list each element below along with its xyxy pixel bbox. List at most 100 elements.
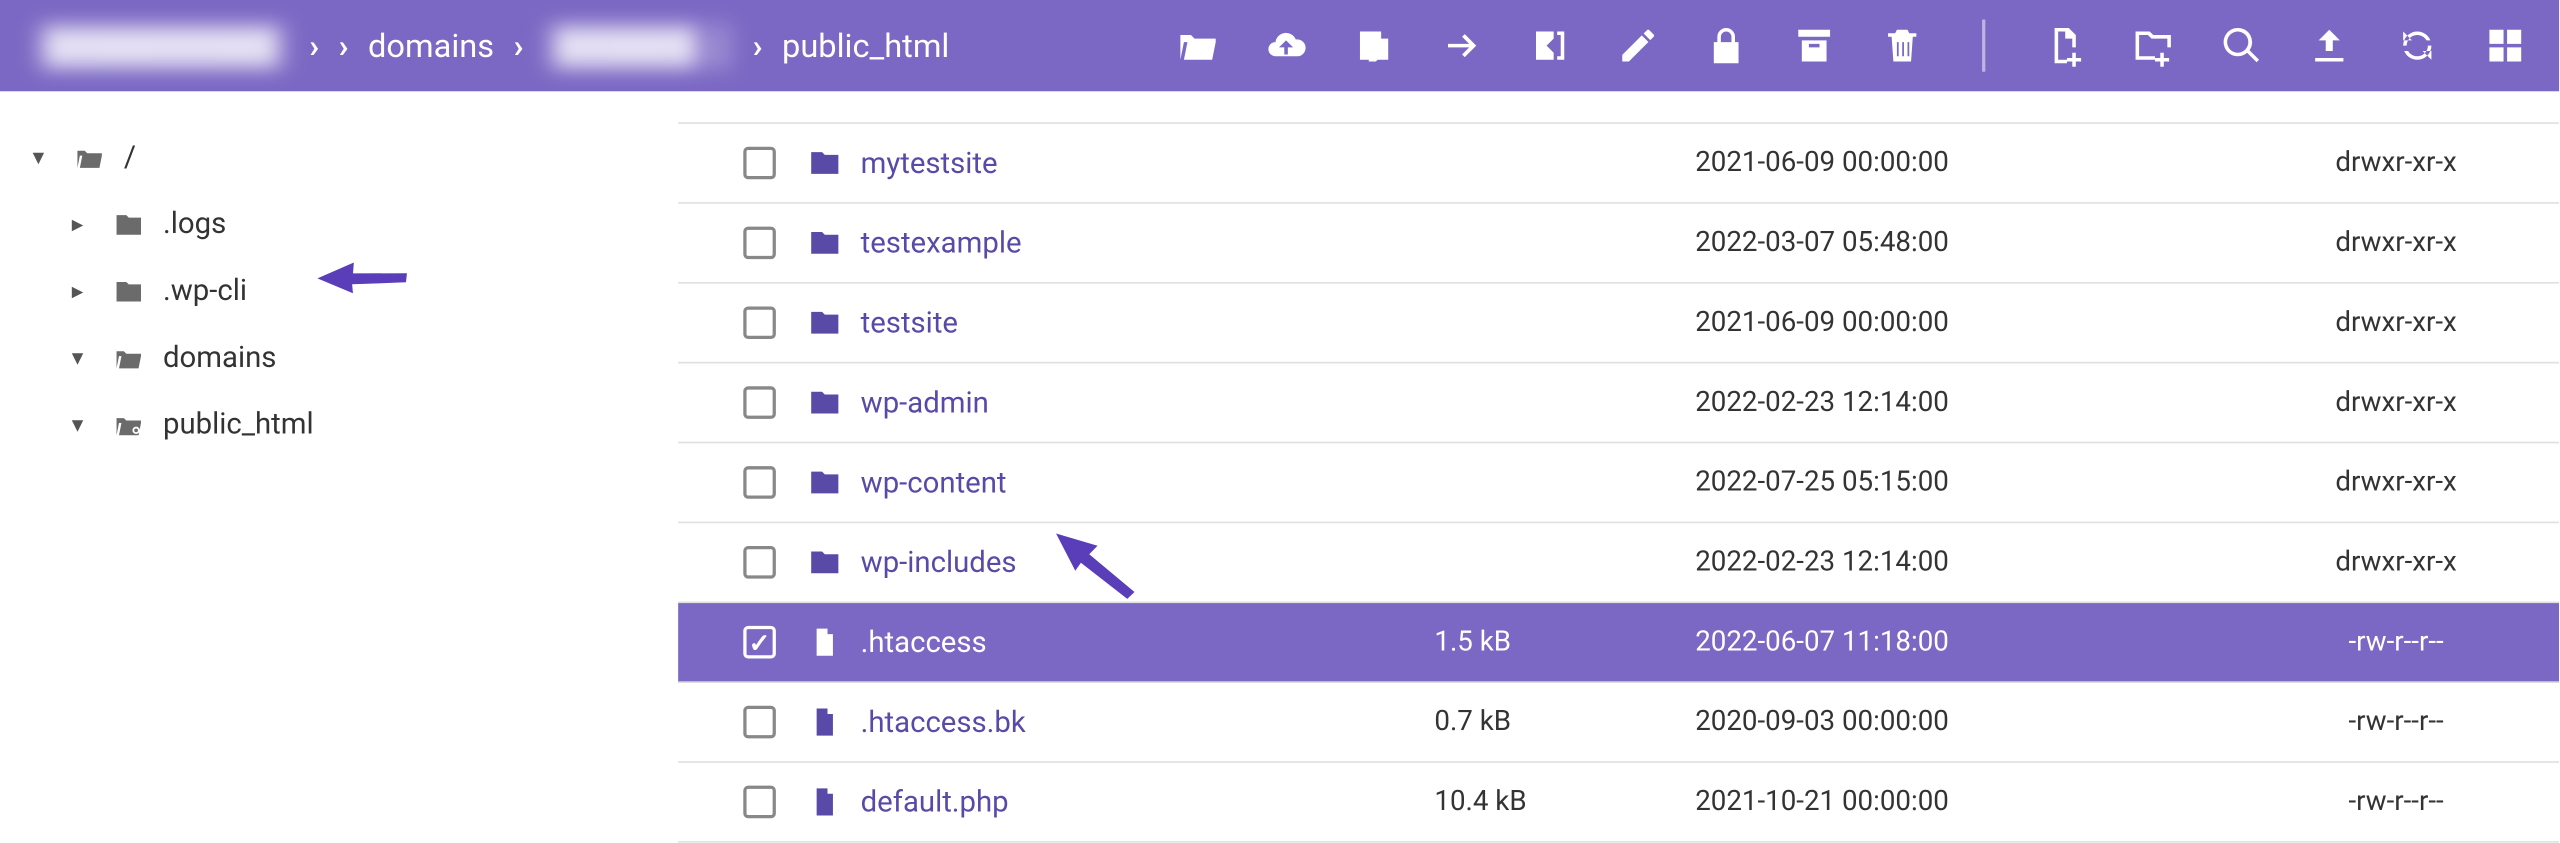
lock-icon[interactable]	[1705, 24, 1747, 66]
table-row[interactable]: mytestsite2021-06-09 00:00:00drwxr-xr-x	[678, 124, 2559, 204]
row-checkbox[interactable]	[743, 386, 776, 419]
file-date: 2021-06-09 00:00:00	[1695, 306, 2266, 339]
folder-icon	[808, 227, 841, 260]
breadcrumb-sep: ›	[514, 26, 524, 65]
breadcrumb-item-publichtml[interactable]: public_html	[782, 26, 949, 65]
edit-file-icon[interactable]	[1353, 24, 1395, 66]
breadcrumb-host[interactable]: ██████████	[33, 22, 290, 69]
sidebar-tree: ▾/▸.logs▸.wp-cli▾domains▾public_html	[0, 91, 678, 842]
tree-item-publichtml[interactable]: ▾ public_html	[23, 391, 654, 458]
folder-open-icon	[72, 143, 108, 172]
breadcrumb: ██████████ › › domains › ██████ .. › pub…	[33, 22, 1177, 69]
topbar: ██████████ › › domains › ██████ .. › pub…	[0, 0, 2559, 91]
tree-label: .wp-cli	[163, 274, 247, 308]
archive-icon[interactable]	[1793, 24, 1835, 66]
file-permissions: drwxr-xr-x	[2266, 306, 2527, 339]
breadcrumb-item-blurred[interactable]: ██████ ..	[543, 22, 733, 69]
tree-item-domains[interactable]: ▾ domains	[23, 324, 654, 391]
breadcrumb-sep: ›	[753, 26, 763, 65]
folder-icon	[808, 306, 841, 339]
row-checkbox[interactable]	[743, 306, 776, 339]
row-checkbox[interactable]	[743, 626, 776, 659]
row-checkbox[interactable]	[743, 786, 776, 819]
table-row[interactable]: default.php10.4 kB2021-10-21 00:00:00-rw…	[678, 763, 2559, 843]
tree-label: domains	[163, 341, 276, 375]
search-icon[interactable]	[2220, 24, 2262, 66]
file-permissions: -rw-r--r--	[2266, 626, 2527, 659]
folder-open-icon	[111, 343, 147, 372]
row-checkbox[interactable]	[743, 706, 776, 739]
table-row[interactable]: testsite 2021-06-09 00:00:00drwxr-xr-x	[678, 284, 2559, 364]
table-row[interactable]: wp-includes 2022-02-23 12:14:00drwxr-xr-x	[678, 523, 2559, 603]
new-folder-icon[interactable]	[2132, 24, 2174, 66]
caret-icon[interactable]: ▾	[33, 144, 56, 170]
file-icon	[808, 786, 841, 819]
copy-out-icon[interactable]	[1529, 24, 1571, 66]
table-row[interactable]: wp-admin 2022-02-23 12:14:00drwxr-xr-x	[678, 363, 2559, 443]
file-name[interactable]: wp-admin	[861, 385, 989, 419]
tree-label: public_html	[163, 408, 314, 442]
table-row-partial	[678, 91, 2559, 124]
table-row[interactable]: .htaccess 1.5 kB2022-06-07 11:18:00-rw-r-…	[678, 603, 2559, 683]
upload-cloud-icon[interactable]	[1265, 24, 1307, 66]
folder-icon	[111, 209, 147, 238]
tree-item-logs[interactable]: ▸ .logs	[23, 191, 654, 258]
pencil-icon[interactable]	[1617, 24, 1659, 66]
folder-icon	[808, 546, 841, 579]
table-row[interactable]: wp-content 2022-07-25 05:15:00drwxr-xr-x	[678, 443, 2559, 523]
caret-icon[interactable]: ▸	[72, 211, 95, 237]
row-checkbox[interactable]	[743, 466, 776, 499]
file-date: 2021-06-09 00:00:00	[1695, 147, 2266, 180]
file-permissions: drwxr-xr-x	[2266, 466, 2527, 499]
toolbar-divider	[1982, 20, 1985, 72]
row-checkbox[interactable]	[743, 546, 776, 579]
file-name[interactable]: testexample	[861, 226, 1022, 260]
toolbar	[1177, 20, 2527, 72]
file-name[interactable]: default.php	[861, 785, 1009, 819]
file-date: 2022-03-07 05:48:00	[1695, 227, 2266, 260]
row-checkbox[interactable]	[743, 227, 776, 260]
trash-icon[interactable]	[1881, 24, 1923, 66]
row-checkbox[interactable]	[743, 147, 776, 180]
file-permissions: drwxr-xr-x	[2266, 546, 2527, 579]
upload-icon[interactable]	[2308, 24, 2350, 66]
file-name[interactable]: mytestsite	[861, 146, 998, 180]
file-size: 1.5 kB	[1434, 626, 1695, 659]
file-permissions: drwxr-xr-x	[2266, 227, 2527, 260]
grid-icon[interactable]	[2484, 24, 2526, 66]
tree-item-[interactable]: ▾/	[23, 124, 654, 191]
file-list: mytestsite2021-06-09 00:00:00drwxr-xr-xt…	[678, 91, 2559, 842]
file-date: 2022-02-23 12:14:00	[1695, 386, 2266, 419]
file-icon	[808, 706, 841, 739]
tree-item-wpcli[interactable]: ▸ .wp-cli	[23, 258, 654, 325]
caret-icon[interactable]: ▾	[72, 412, 95, 438]
folder-open-icon[interactable]	[1177, 24, 1219, 66]
file-name[interactable]: .htaccess.bk	[861, 705, 1026, 739]
breadcrumb-sep: ›	[309, 26, 319, 65]
file-permissions: drwxr-xr-x	[2266, 386, 2527, 419]
tree-label: .logs	[163, 207, 226, 241]
file-date: 2020-09-03 00:00:00	[1695, 706, 2266, 739]
breadcrumb-item-domains[interactable]: domains	[368, 26, 494, 65]
file-date: 2022-07-25 05:15:00	[1695, 466, 2266, 499]
refresh-icon[interactable]	[2396, 24, 2438, 66]
file-icon	[808, 626, 841, 659]
table-row[interactable]: testexample 2022-03-07 05:48:00drwxr-xr-x	[678, 204, 2559, 284]
file-size: 10.4 kB	[1434, 786, 1695, 819]
move-icon[interactable]	[1441, 24, 1483, 66]
caret-icon[interactable]: ▸	[72, 278, 95, 304]
file-name[interactable]: testsite	[861, 306, 958, 340]
folder-icon	[808, 147, 841, 180]
file-name[interactable]: .htaccess	[861, 625, 987, 659]
caret-icon[interactable]: ▾	[72, 345, 95, 371]
new-file-icon[interactable]	[2044, 24, 2086, 66]
file-name[interactable]: wp-includes	[861, 545, 1017, 579]
file-date: 2021-10-21 00:00:00	[1695, 786, 2266, 819]
folder-icon	[111, 276, 147, 305]
table-row[interactable]: .htaccess.bk0.7 kB2020-09-03 00:00:00-rw…	[678, 683, 2559, 763]
file-date: 2022-06-07 11:18:00	[1695, 626, 2266, 659]
file-date: 2022-02-23 12:14:00	[1695, 546, 2266, 579]
tree-label: /	[124, 140, 136, 174]
file-name[interactable]: wp-content	[861, 465, 1007, 499]
folder-icon	[808, 466, 841, 499]
